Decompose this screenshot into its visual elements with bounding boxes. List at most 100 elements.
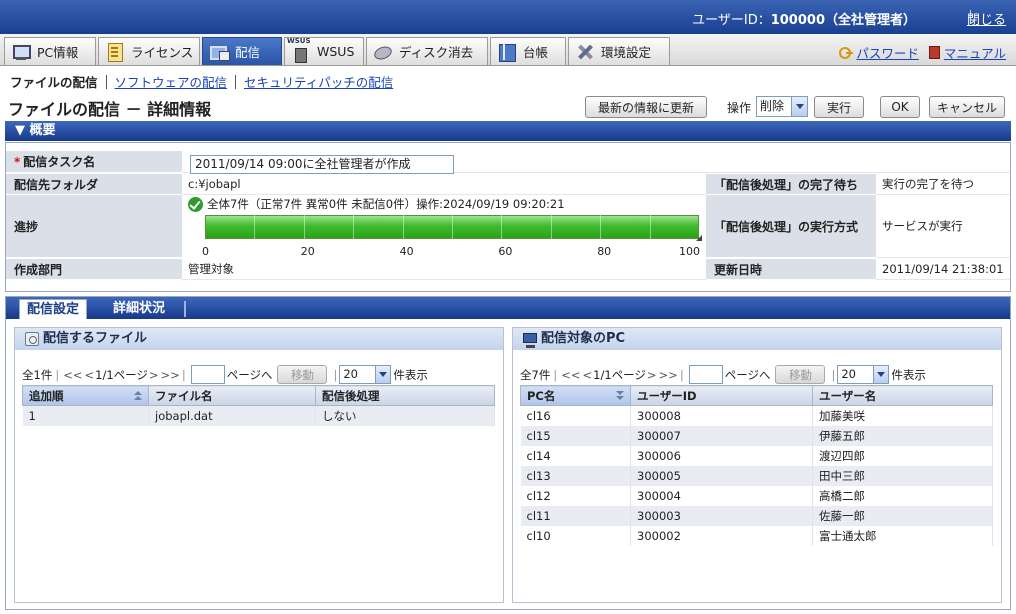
required-marker: * — [14, 154, 21, 169]
tab-ledger[interactable]: 台帳 — [490, 37, 566, 65]
ledger-icon — [497, 43, 517, 62]
files-panel-title: 配信するファイル — [15, 328, 503, 350]
tab-settings[interactable]: 環境設定 — [568, 37, 670, 65]
password-link[interactable]: パスワード — [856, 43, 919, 62]
prev-page-button[interactable]: < — [84, 368, 94, 382]
summary-header[interactable]: ▼ 概要 — [5, 121, 1011, 141]
progress-label: 進捗 — [6, 195, 182, 258]
progress-tick — [551, 215, 552, 239]
execute-button[interactable]: 実行 — [814, 96, 864, 118]
pcs-panel: 配信対象のPC 全7件 | << < 1/1ページ > >> | ページへ 移動… — [512, 327, 1002, 603]
pc-name-cell: cl14 — [520, 445, 631, 466]
pc-name-cell: cl16 — [520, 405, 631, 426]
ok-button[interactable]: OK — [880, 96, 920, 118]
license-icon — [105, 42, 125, 62]
order-cell: 1 — [22, 405, 149, 426]
column-header-pc-name[interactable]: PC名 — [520, 385, 631, 406]
user-id-cell: 300004 — [630, 485, 813, 506]
sort-asc-icon — [134, 391, 142, 401]
divider — [105, 74, 107, 89]
progress-scale-label: 60 — [498, 245, 513, 258]
summary-table: * 配信タスク名 2011/09/14 09:00に全社管理者が作成 配信先フォル… — [5, 142, 1011, 292]
page-title: ファイルの配信 － 詳細情報 — [8, 100, 212, 119]
progress-scale-label: 80 — [597, 245, 612, 258]
pcs-panel-title: 配信対象のPC — [513, 328, 1001, 350]
per-page-select[interactable]: 20 — [837, 365, 890, 384]
refresh-button[interactable]: 最新の情報に更新 — [585, 96, 707, 118]
pc-name-cell: cl10 — [520, 525, 631, 546]
table-row[interactable]: cl11 300003 佐藤一郎 — [520, 505, 993, 526]
progress-tick — [452, 215, 453, 239]
move-button[interactable]: 移動 — [775, 365, 826, 384]
column-header-file-name[interactable]: ファイル名 — [148, 385, 316, 406]
progress-scale-label: 0 — [202, 245, 209, 258]
pc-name-cell: cl11 — [520, 505, 631, 526]
user-id-cell: 300008 — [630, 405, 813, 426]
file-name-cell: jobapl.dat — [148, 405, 316, 426]
first-page-button[interactable]: << — [561, 368, 580, 382]
page-number-input[interactable] — [190, 365, 225, 384]
pcs-table: PC名 ユーザーID ユーザー名 cl16 300008 加藤美咲 cl15 30000… — [520, 385, 993, 546]
last-page-button[interactable]: >> — [161, 368, 180, 382]
wait-label: 「配信後処理」の完了待ち — [706, 174, 876, 195]
table-row[interactable]: cl15 300007 伊藤五郎 — [520, 425, 993, 446]
tab-disk-erase[interactable]: ディスク消去 — [366, 37, 488, 65]
chevron-down-icon — [375, 366, 391, 383]
prev-page-button[interactable]: < — [582, 368, 592, 382]
operation-select[interactable]: 削除 — [756, 96, 808, 117]
table-row[interactable]: cl13 300005 田中三郎 — [520, 465, 993, 486]
table-row[interactable]: cl16 300008 加藤美咲 — [520, 405, 993, 426]
pc-icon — [11, 43, 31, 61]
next-page-button[interactable]: > — [647, 368, 657, 382]
post-action-cell: しない — [315, 405, 495, 426]
tab-distribution-settings[interactable]: 配信設定 — [19, 299, 88, 319]
key-icon — [839, 46, 854, 59]
table-row[interactable]: 1 jobapl.dat しない — [22, 405, 495, 426]
manual-link[interactable]: マニュアル — [944, 43, 1006, 62]
manual-link-wrap: マニュアル — [928, 43, 1006, 62]
progress-tick — [353, 215, 354, 239]
subnav-patch-link[interactable]: セキュリティパッチの配信 — [244, 72, 393, 91]
subnav-software-link[interactable]: ソフトウェアの配信 — [115, 72, 228, 91]
tab-detail-status[interactable]: 詳細状況 — [106, 299, 172, 319]
page-number-input[interactable] — [688, 365, 723, 384]
detail-tab-bar: 配信設定 詳細状況 — [6, 297, 1010, 319]
tab-license[interactable]: ライセンス — [98, 37, 200, 65]
column-header-user-id[interactable]: ユーザーID — [630, 385, 813, 406]
progress-end-marker — [696, 235, 702, 241]
table-row[interactable]: cl12 300004 高橋二郎 — [520, 485, 993, 506]
progress-tick — [403, 215, 404, 239]
per-page-select[interactable]: 20 — [339, 365, 392, 384]
column-header-post-action[interactable]: 配信後処理 — [315, 385, 495, 406]
tab-pc-info[interactable]: PC情報 — [4, 37, 96, 65]
user-name-cell: 田中三郎 — [812, 465, 993, 486]
pc-name-cell: cl13 — [520, 465, 631, 486]
first-page-button[interactable]: << — [63, 368, 82, 382]
goto-suffix: ページへ — [226, 367, 273, 382]
updated-label: 更新日時 — [706, 259, 876, 280]
pcs-pager: 全7件 | << < 1/1ページ > >> | ページへ 移動 | 20 件表… — [520, 365, 926, 384]
wait-value: 実行の完了を待つ — [876, 174, 1010, 195]
user-id-cell: 300006 — [630, 445, 813, 466]
tab-distribution[interactable]: 配信 — [202, 37, 282, 65]
pc-icon — [523, 333, 537, 348]
move-button[interactable]: 移動 — [277, 365, 328, 384]
distribution-icon — [209, 43, 230, 61]
column-header-user-name[interactable]: ユーザー名 — [812, 385, 993, 406]
cancel-button[interactable]: キャンセル — [929, 96, 1005, 118]
table-row[interactable]: cl14 300006 渡辺四郎 — [520, 445, 993, 466]
disk-erase-icon — [373, 43, 393, 61]
user-name-cell: 高橋二郎 — [812, 485, 993, 506]
method-label: 「配信後処理」の実行方式 — [706, 195, 876, 258]
tab-wsus[interactable]: WSUS — [284, 37, 364, 65]
updated-value: 2011/09/14 21:38:01 — [876, 259, 1010, 280]
last-page-button[interactable]: >> — [659, 368, 678, 382]
column-header-order[interactable]: 追加順 — [22, 385, 149, 406]
close-link[interactable]: 閉じる — [967, 9, 1006, 28]
folder-label: 配信先フォルダ — [6, 174, 182, 195]
user-id: 100000（全社管理者） — [770, 13, 916, 28]
task-name-input[interactable]: 2011/09/14 09:00に全社管理者が作成 — [190, 155, 454, 174]
table-row[interactable]: cl10 300002 富士通太郎 — [520, 525, 993, 546]
progress-tick — [501, 215, 502, 239]
next-page-button[interactable]: > — [149, 368, 159, 382]
